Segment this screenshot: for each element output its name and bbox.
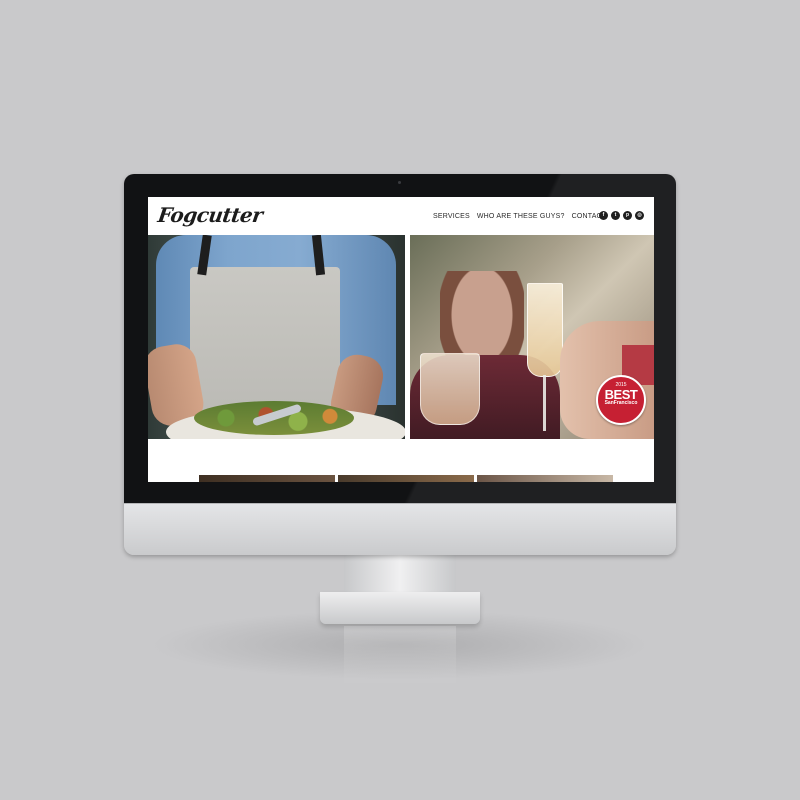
- main-nav: SERVICES WHO ARE THESE GUYS? CONTACT: [433, 213, 606, 220]
- site-logo[interactable]: Fogcutter: [156, 203, 264, 227]
- stand-reflection: [344, 626, 456, 686]
- thumbnail-1[interactable]: [199, 475, 335, 482]
- desktop-mockup-scene: Fogcutter SERVICES WHO ARE THESE GUYS? C…: [0, 0, 800, 800]
- monitor-chin: [124, 503, 676, 555]
- hero-photo-chef[interactable]: [148, 235, 405, 439]
- badge-city: SanFrancisco: [604, 400, 638, 406]
- twitter-icon[interactable]: t: [611, 211, 620, 220]
- wine-glass: [420, 353, 480, 425]
- thumbnail-2[interactable]: [338, 475, 474, 482]
- site-header: Fogcutter SERVICES WHO ARE THESE GUYS? C…: [148, 197, 654, 235]
- flute-stem: [543, 375, 546, 431]
- best-of-sf-badge: 2015 BEST SanFrancisco: [596, 375, 646, 425]
- facebook-icon[interactable]: f: [599, 211, 608, 220]
- champagne-flute: [527, 283, 563, 377]
- camera-icon: [398, 181, 401, 184]
- monitor-stand-base: [320, 592, 480, 624]
- website-screen: Fogcutter SERVICES WHO ARE THESE GUYS? C…: [148, 197, 654, 482]
- social-links: f t p ◎: [599, 211, 644, 220]
- nav-services[interactable]: SERVICES: [433, 213, 470, 220]
- nav-who-are-these-guys[interactable]: WHO ARE THESE GUYS?: [477, 213, 565, 220]
- thumbnail-3[interactable]: [477, 475, 613, 482]
- monitor-stand-neck: [344, 554, 456, 596]
- instagram-icon[interactable]: ◎: [635, 211, 644, 220]
- hero-photo-toast[interactable]: 2015 BEST SanFrancisco: [410, 235, 654, 439]
- pinterest-icon[interactable]: p: [623, 211, 632, 220]
